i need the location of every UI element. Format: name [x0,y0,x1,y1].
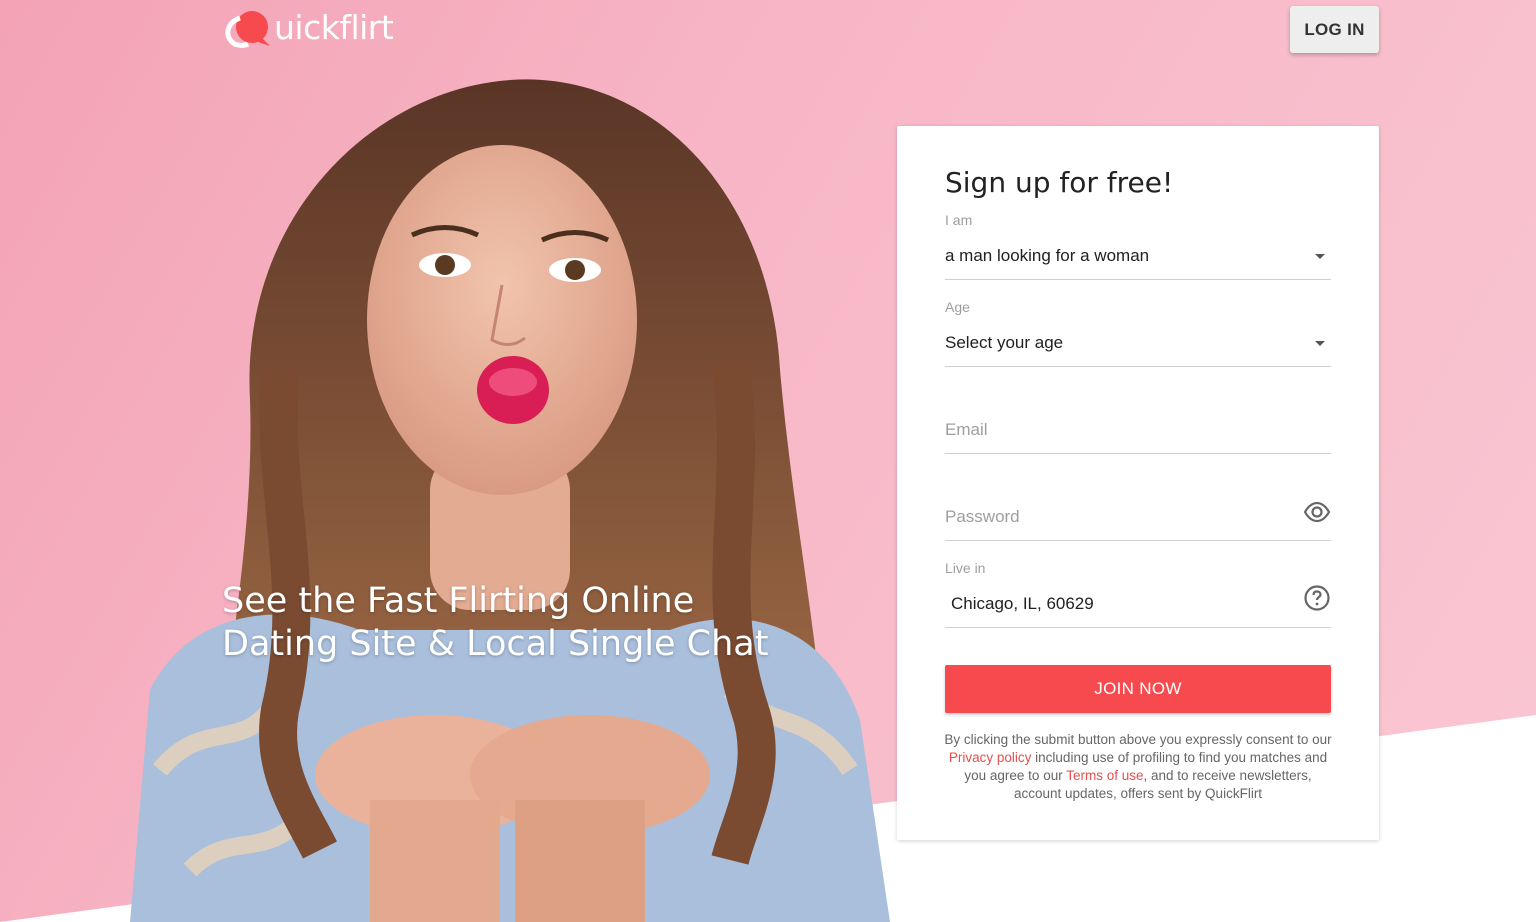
chevron-down-icon [1315,341,1325,346]
login-button[interactable]: LOG IN [1290,6,1379,53]
age-label: Age [945,299,970,315]
privacy-policy-link[interactable]: Privacy policy [949,750,1032,765]
email-field[interactable]: Email [945,386,1331,456]
hero-woman-image [130,79,890,922]
consent-text: By clicking the submit button above you … [941,731,1335,803]
logo-speech-bubble-icon [225,11,270,48]
location-label: Live in [945,560,986,576]
password-placeholder: Password [945,507,1020,526]
signup-title: Sign up for free! [945,166,1174,199]
hero-headline-line1: See the Fast Flirting Online [222,581,695,621]
hero-headline-line2: Dating Site & Local Single Chat [222,624,769,664]
field-underline [945,453,1331,454]
field-underline [945,366,1331,367]
age-value: Select your age [945,333,1064,352]
consent-part1: By clicking the submit button above you … [944,732,1332,747]
hero-headline: See the Fast Flirting Online Dating Site… [222,580,782,666]
password-field[interactable]: Password [945,473,1331,543]
join-now-button[interactable]: JOIN NOW [945,665,1331,713]
gender-value: a man looking for a woman [945,246,1150,265]
location-value: Chicago, IL, 60629 [951,594,1094,613]
age-select[interactable]: Age Select your age [945,299,1331,369]
help-circle-icon[interactable] [1303,584,1331,612]
logo-text: uickflirt [274,8,394,47]
field-underline [945,540,1331,541]
field-underline [945,279,1331,280]
signup-card: Sign up for free! I am a man looking for… [897,126,1379,840]
gender-label: I am [945,212,973,228]
location-field[interactable]: Live in Chicago, IL, 60629 [945,560,1331,630]
field-underline [945,627,1331,628]
chevron-down-icon [1315,254,1325,259]
quickflirt-logo[interactable]: uickflirt [222,8,394,48]
gender-select[interactable]: I am a man looking for a woman [945,212,1331,282]
terms-of-use-link[interactable]: Terms of use [1066,768,1143,783]
eye-icon[interactable] [1303,498,1331,526]
email-placeholder: Email [945,420,988,439]
